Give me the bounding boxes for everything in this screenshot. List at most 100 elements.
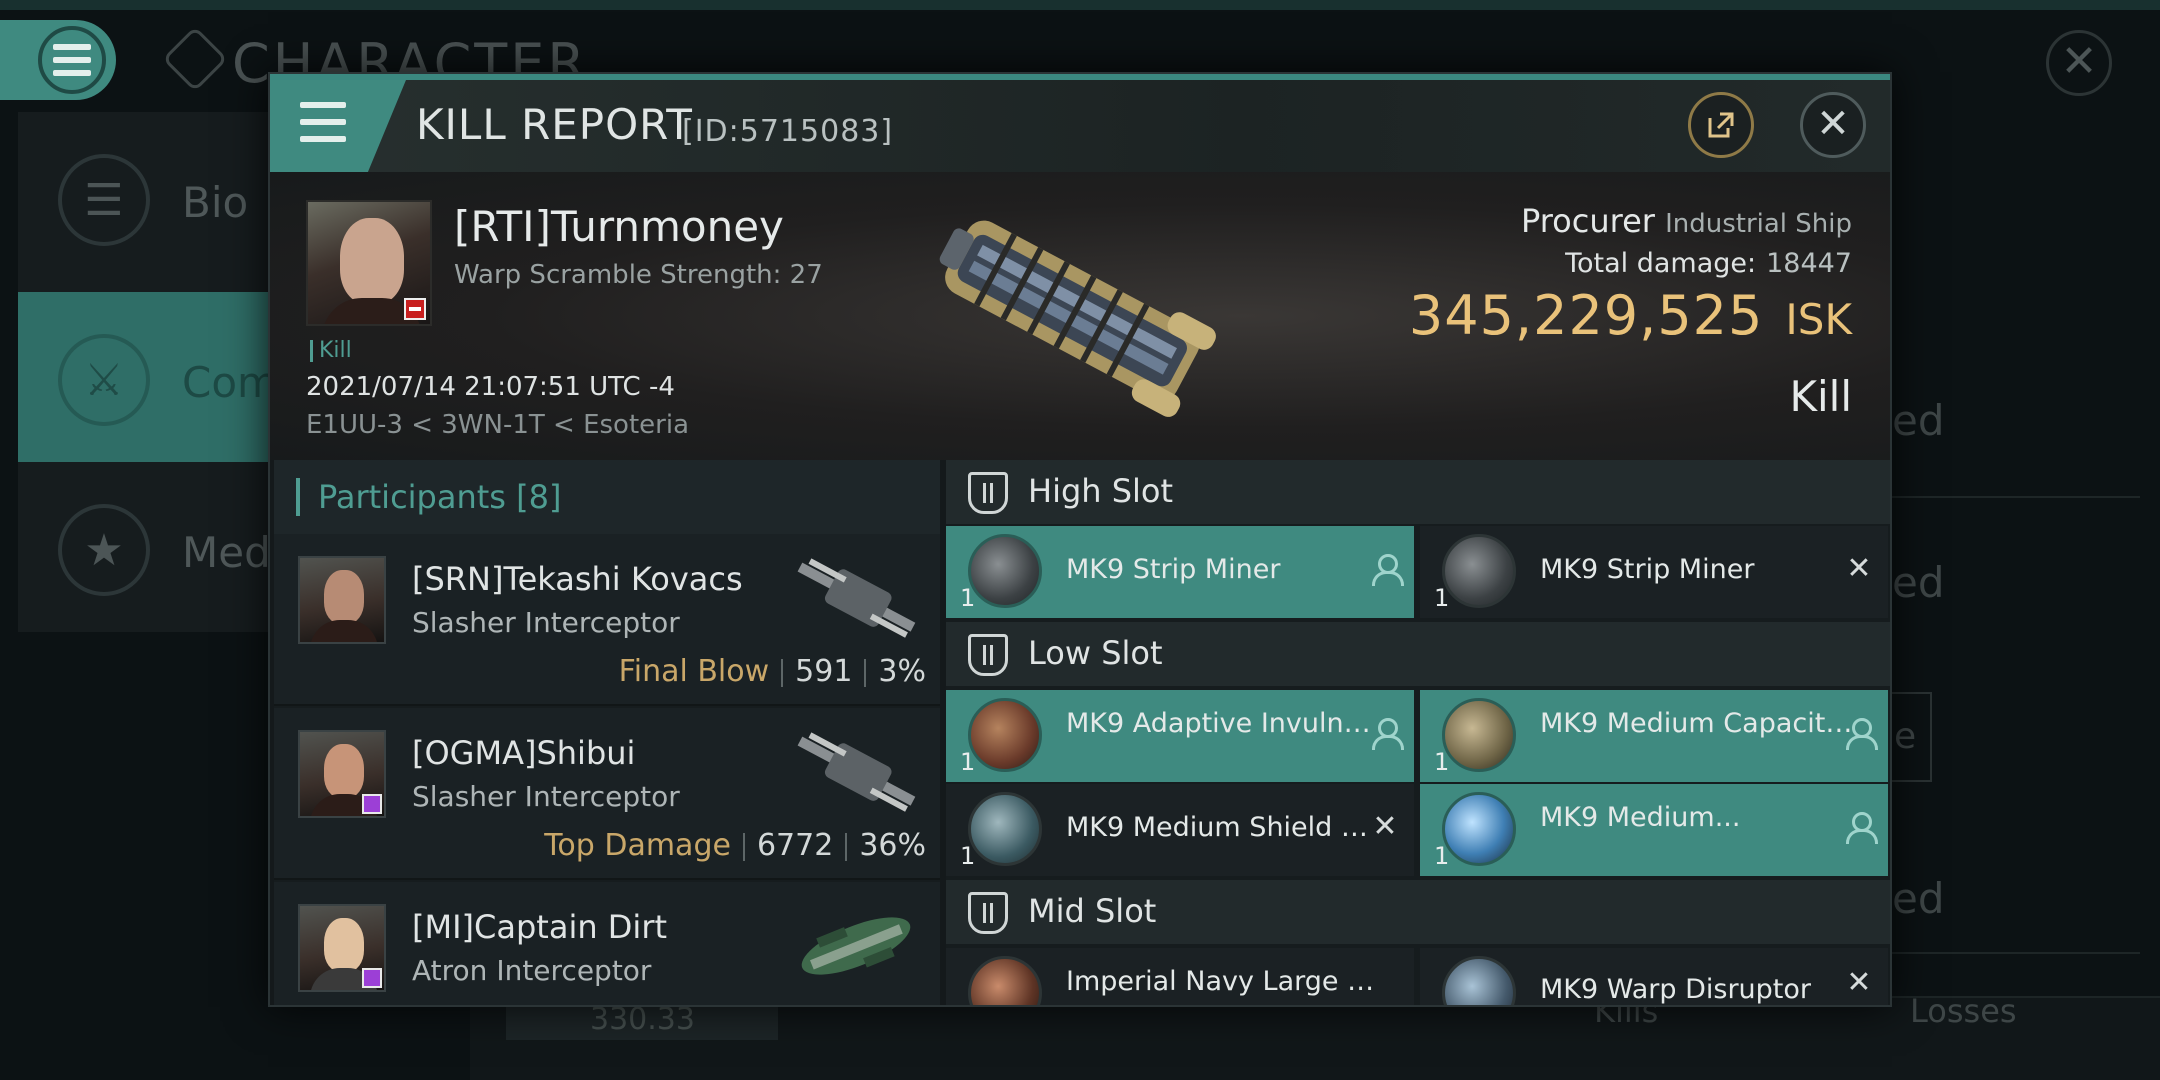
slasher-ship-icon: [797, 732, 916, 812]
share-button[interactable]: [1688, 92, 1754, 158]
participant-row[interactable]: [MI]Captain Dirt Atron Interceptor: [274, 882, 940, 1005]
background-label: ed: [1892, 874, 1945, 923]
module-quantity: 1: [960, 748, 976, 776]
victim-name[interactable]: [RTI]Turnmoney: [454, 202, 784, 251]
slot-label: Mid Slot: [1028, 892, 1157, 930]
participant-stats: Top Damage 6772 36%: [544, 828, 926, 863]
module-name: MK9 Medium...: [1540, 802, 1741, 833]
kill-location[interactable]: E1UU-3 < 3WN-1T < Esoteria: [306, 410, 689, 440]
energy-neutralizer-icon: [968, 956, 1042, 1005]
corp-badge-icon: [362, 968, 382, 988]
sidebar-item-label: Bio: [182, 178, 249, 227]
main-menu-button[interactable]: [0, 20, 116, 100]
participant-ship: Slasher Interceptor: [412, 780, 680, 813]
ship-type: Procurer Industrial Ship: [1521, 202, 1852, 240]
module-quantity: 1: [1434, 584, 1450, 612]
participants-title: Participants [8]: [318, 478, 562, 516]
vitruvian-icon: [162, 26, 228, 92]
avatar: [298, 556, 386, 644]
module-name: MK9 Strip Miner: [1540, 554, 1755, 585]
slot-icon: [968, 892, 1008, 934]
warp-disruptor-icon: [1442, 956, 1516, 1005]
module-item[interactable]: 1 MK9 Medium Capacitor...: [1420, 690, 1888, 782]
slot-label: High Slot: [1028, 472, 1174, 510]
total-damage: Total damage: 18447: [1565, 248, 1852, 279]
low-slot-header: Low Slot: [946, 622, 1890, 686]
participant-percent: 36%: [859, 828, 926, 863]
module-name: MK9 Medium Shield Booster: [1066, 812, 1384, 843]
module-item[interactable]: 1 Imperial Navy Large Energy ...: [946, 948, 1414, 1005]
participant-row[interactable]: [SRN]Tekashi Kovacs Slasher Interceptor …: [274, 534, 940, 706]
background-button[interactable]: e: [1892, 692, 1932, 782]
mid-slot-header: Mid Slot: [946, 880, 1890, 944]
module-item[interactable]: 1 MK9 Medium Shield Booster ✕: [946, 784, 1414, 876]
avatar: [298, 730, 386, 818]
kill-summary: [RTI]Turnmoney Warp Scramble Strength: 2…: [270, 172, 1890, 460]
shield-extender-icon: [1442, 792, 1516, 866]
module-item[interactable]: 1 MK9 Medium...: [1420, 784, 1888, 876]
participant-name: [MI]Captain Dirt: [412, 908, 668, 946]
participant-ship: Atron Interceptor: [412, 954, 652, 987]
invulnerability-shield-icon: [968, 698, 1042, 772]
sidebar-item-combat[interactable]: ⚔ Com: [18, 292, 278, 462]
strip-miner-icon: [1442, 534, 1516, 608]
module-item[interactable]: 1 MK9 Strip Miner: [946, 526, 1414, 618]
menu-icon: [53, 44, 91, 76]
top-damage-tag: Top Damage: [544, 828, 731, 863]
modal-header: KILL REPORT [ID:5715083] ✕: [270, 74, 1890, 172]
sidebar-item-label: Com: [182, 358, 278, 407]
crossed-swords-icon: ⚔: [58, 334, 150, 426]
module-item[interactable]: 1 MK9 Adaptive Invulnerabilit...: [946, 690, 1414, 782]
dropped-person-icon: [1370, 718, 1404, 750]
destroyed-x-icon: ✕: [1846, 551, 1872, 586]
participant-name: [OGMA]Shibui: [412, 734, 636, 772]
participants-header[interactable]: Participants [8]: [274, 460, 940, 534]
module-quantity: 1: [960, 842, 976, 870]
isk-unit: ISK: [1785, 295, 1852, 344]
module-name: Imperial Navy Large Energy ...: [1066, 966, 1384, 997]
capacitor-icon: [1442, 698, 1516, 772]
dropped-person-icon: [1844, 718, 1878, 750]
background-label: ed: [1892, 558, 1945, 607]
ship-name[interactable]: Procurer: [1521, 202, 1655, 240]
procurer-ship-icon[interactable]: [920, 200, 1220, 430]
participant-stats: Final Blow 591 3%: [619, 654, 926, 689]
high-slot-header: High Slot: [946, 460, 1890, 524]
ship-class: Industrial Ship: [1665, 209, 1852, 239]
slasher-ship-icon: [797, 558, 916, 638]
participant-ship: Slasher Interceptor: [412, 606, 680, 639]
corp-badge-icon: [362, 794, 382, 814]
victim-portrait[interactable]: [306, 200, 432, 326]
module-item[interactable]: 1 MK9 Strip Miner ✕: [1420, 526, 1888, 618]
total-damage-value: 18447: [1766, 248, 1852, 279]
menu-icon: [300, 102, 346, 142]
isk-amount: 345,229,525: [1408, 284, 1764, 347]
strip-miner-icon: [968, 534, 1042, 608]
participant-damage: 6772: [756, 828, 834, 863]
module-name: MK9 Adaptive Invulnerabilit...: [1066, 708, 1384, 739]
sidebar-item-medals[interactable]: ★ Meda: [18, 462, 296, 632]
modal-menu-button[interactable]: [270, 80, 406, 172]
sidebar-item-bio[interactable]: ☰ Bio: [18, 112, 278, 282]
atron-ship-icon: [801, 917, 911, 975]
kill-report-modal: KILL REPORT [ID:5715083] ✕ [RTI]Turnmone…: [268, 72, 1892, 1007]
modal-title: KILL REPORT: [416, 100, 693, 149]
shield-booster-icon: [968, 792, 1042, 866]
close-button[interactable]: ✕: [1800, 92, 1866, 158]
kill-report-id: [ID:5715083]: [682, 114, 894, 149]
page-close-button[interactable]: ✕: [2046, 30, 2112, 96]
participant-name: [SRN]Tekashi Kovacs: [412, 560, 743, 598]
total-damage-label: Total damage:: [1565, 248, 1757, 279]
kill-tag: Kill: [310, 340, 352, 362]
divider: [1880, 496, 2140, 498]
standing-badge-icon: [404, 298, 426, 320]
fitting-panel: High Slot 1 MK9 Strip Miner 1 MK9 Strip …: [946, 460, 1890, 1005]
participant-row[interactable]: [OGMA]Shibui Slasher Interceptor Top Dam…: [274, 708, 940, 880]
module-name: MK9 Warp Disruptor: [1540, 974, 1812, 1005]
destroyed-x-icon: ✕: [1372, 809, 1398, 844]
star-badge-icon: ★: [58, 504, 150, 596]
module-item[interactable]: 1 MK9 Warp Disruptor ✕: [1420, 948, 1888, 1005]
module-quantity: 1: [960, 584, 976, 612]
participant-damage: 591: [795, 654, 853, 689]
avatar: [298, 904, 386, 992]
